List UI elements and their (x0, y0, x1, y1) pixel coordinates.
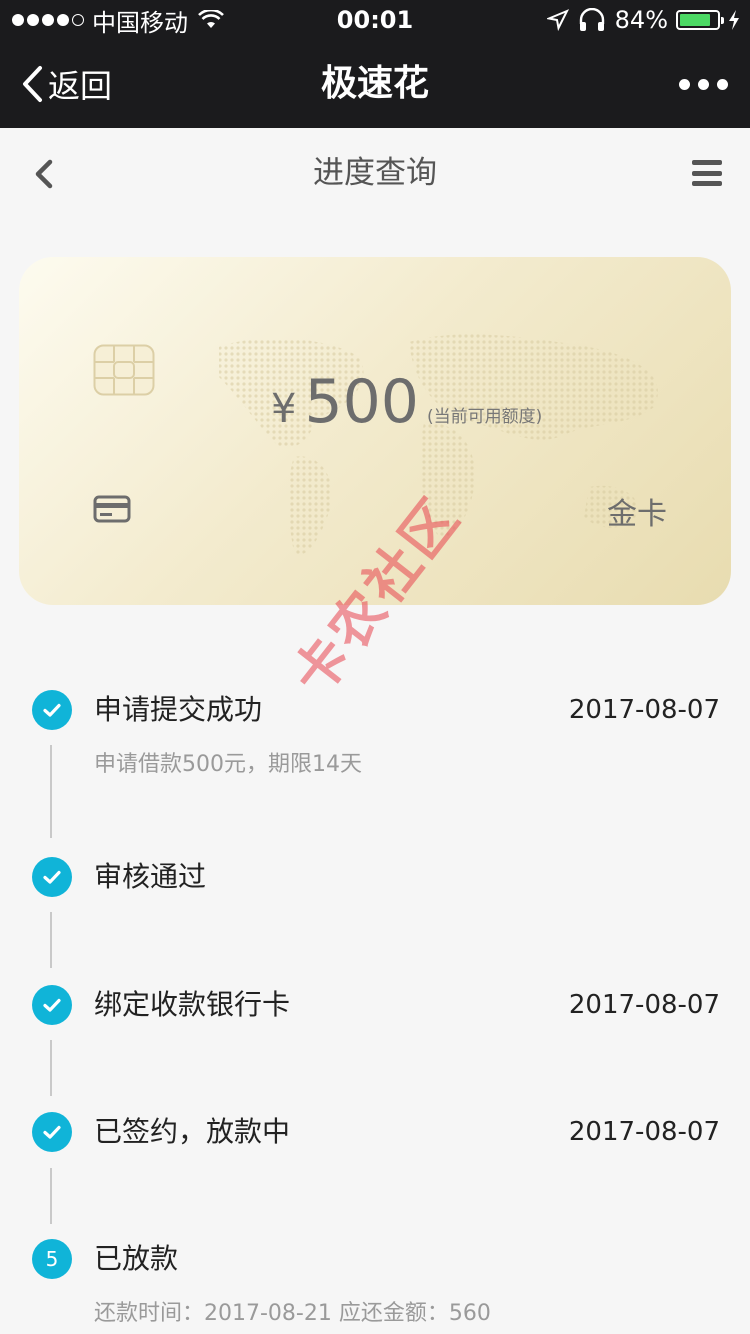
status-right: 84% (546, 6, 740, 34)
headphones-icon (579, 8, 604, 31)
page-back-button[interactable] (26, 154, 66, 194)
step-title: 已签约，放款中 (94, 1115, 291, 1148)
nav-back-button[interactable]: 返回 (20, 40, 112, 128)
timeline-connector (50, 912, 52, 968)
step-title: 已放款 (94, 1242, 179, 1275)
credit-card: ¥ 500 (当前可用额度) 金卡 (19, 257, 731, 605)
nav-title: 极速花 (320, 63, 429, 104)
more-icon (679, 78, 690, 90)
back-chevron-icon (23, 66, 42, 102)
credit-amount: 500 (304, 367, 419, 437)
check-icon (32, 857, 72, 897)
credit-card-icon (93, 495, 131, 523)
step-date: 2017-08-07 (568, 1117, 720, 1147)
page-title: 进度查询 (313, 155, 437, 191)
timeline-connector (50, 745, 52, 838)
currency-symbol: ¥ (271, 386, 297, 432)
chip-icon (93, 344, 155, 396)
more-button[interactable] (679, 40, 728, 128)
battery-icon (676, 10, 724, 30)
charging-icon (729, 10, 739, 30)
step-date: 2017-08-07 (568, 990, 720, 1020)
credit-amount-label: (当前可用额度) (426, 407, 543, 427)
timeline-connector (50, 1168, 52, 1224)
menu-button[interactable] (692, 160, 722, 186)
check-icon (32, 1112, 72, 1152)
step-title: 申请提交成功 (94, 693, 263, 726)
battery-percent: 84% (614, 6, 668, 34)
check-icon (32, 690, 72, 730)
step-subtitle: 申请借款500元，期限14天 (94, 752, 362, 777)
available-credit: ¥ 500 (当前可用额度) (271, 367, 542, 437)
location-icon (546, 9, 569, 31)
navigation-bar: 返回 极速花 (0, 40, 750, 128)
step-title: 审核通过 (94, 860, 207, 893)
page-header: 进度查询 (0, 128, 750, 218)
nav-back-label: 返回 (48, 67, 113, 105)
step-title: 绑定收款银行卡 (94, 988, 291, 1021)
timeline-connector (50, 1040, 52, 1096)
check-icon (32, 985, 72, 1025)
step-date: 2017-08-07 (568, 695, 720, 725)
step-subtitle: 还款时间：2017-08-21 应还金额：560 (94, 1301, 491, 1326)
status-bar: 中国移动 00:01 84% (0, 0, 750, 40)
menu-icon (692, 160, 722, 165)
card-tier: 金卡 (607, 497, 667, 532)
step-number-badge: 5 (32, 1239, 72, 1279)
